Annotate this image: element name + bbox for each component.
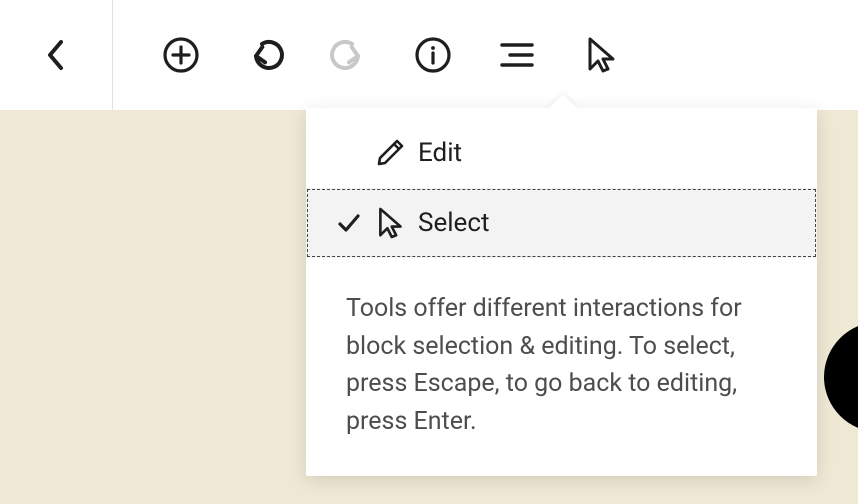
add-block-button[interactable] — [161, 35, 201, 75]
cursor-icon — [585, 36, 617, 74]
toolbar-tools — [113, 35, 621, 75]
back-button[interactable] — [36, 35, 76, 75]
chevron-left-icon — [44, 37, 68, 73]
cursor-icon — [368, 206, 412, 240]
tools-mode-button[interactable] — [581, 35, 621, 75]
menu-item-edit[interactable]: Edit — [306, 118, 817, 188]
check-icon — [330, 210, 368, 236]
tools-dropdown: Edit Select Tools offer different intera… — [306, 108, 817, 476]
editor-toolbar — [0, 0, 858, 110]
menu-item-label: Select — [418, 208, 489, 238]
info-circle-icon — [414, 36, 452, 74]
list-outline-icon — [500, 41, 534, 69]
menu-item-select[interactable]: Select — [306, 188, 817, 258]
plus-circle-icon — [162, 36, 200, 74]
dropdown-items: Edit Select — [306, 108, 817, 262]
dropdown-description: Tools offer different interactions for b… — [306, 262, 817, 476]
pencil-icon — [368, 138, 412, 168]
floating-action-button[interactable] — [824, 322, 858, 432]
redo-icon — [329, 35, 369, 75]
redo-button — [329, 35, 369, 75]
undo-icon — [245, 35, 285, 75]
back-button-slot — [0, 0, 113, 110]
menu-item-label: Edit — [418, 138, 462, 168]
details-button[interactable] — [413, 35, 453, 75]
undo-button[interactable] — [245, 35, 285, 75]
outline-button[interactable] — [497, 35, 537, 75]
